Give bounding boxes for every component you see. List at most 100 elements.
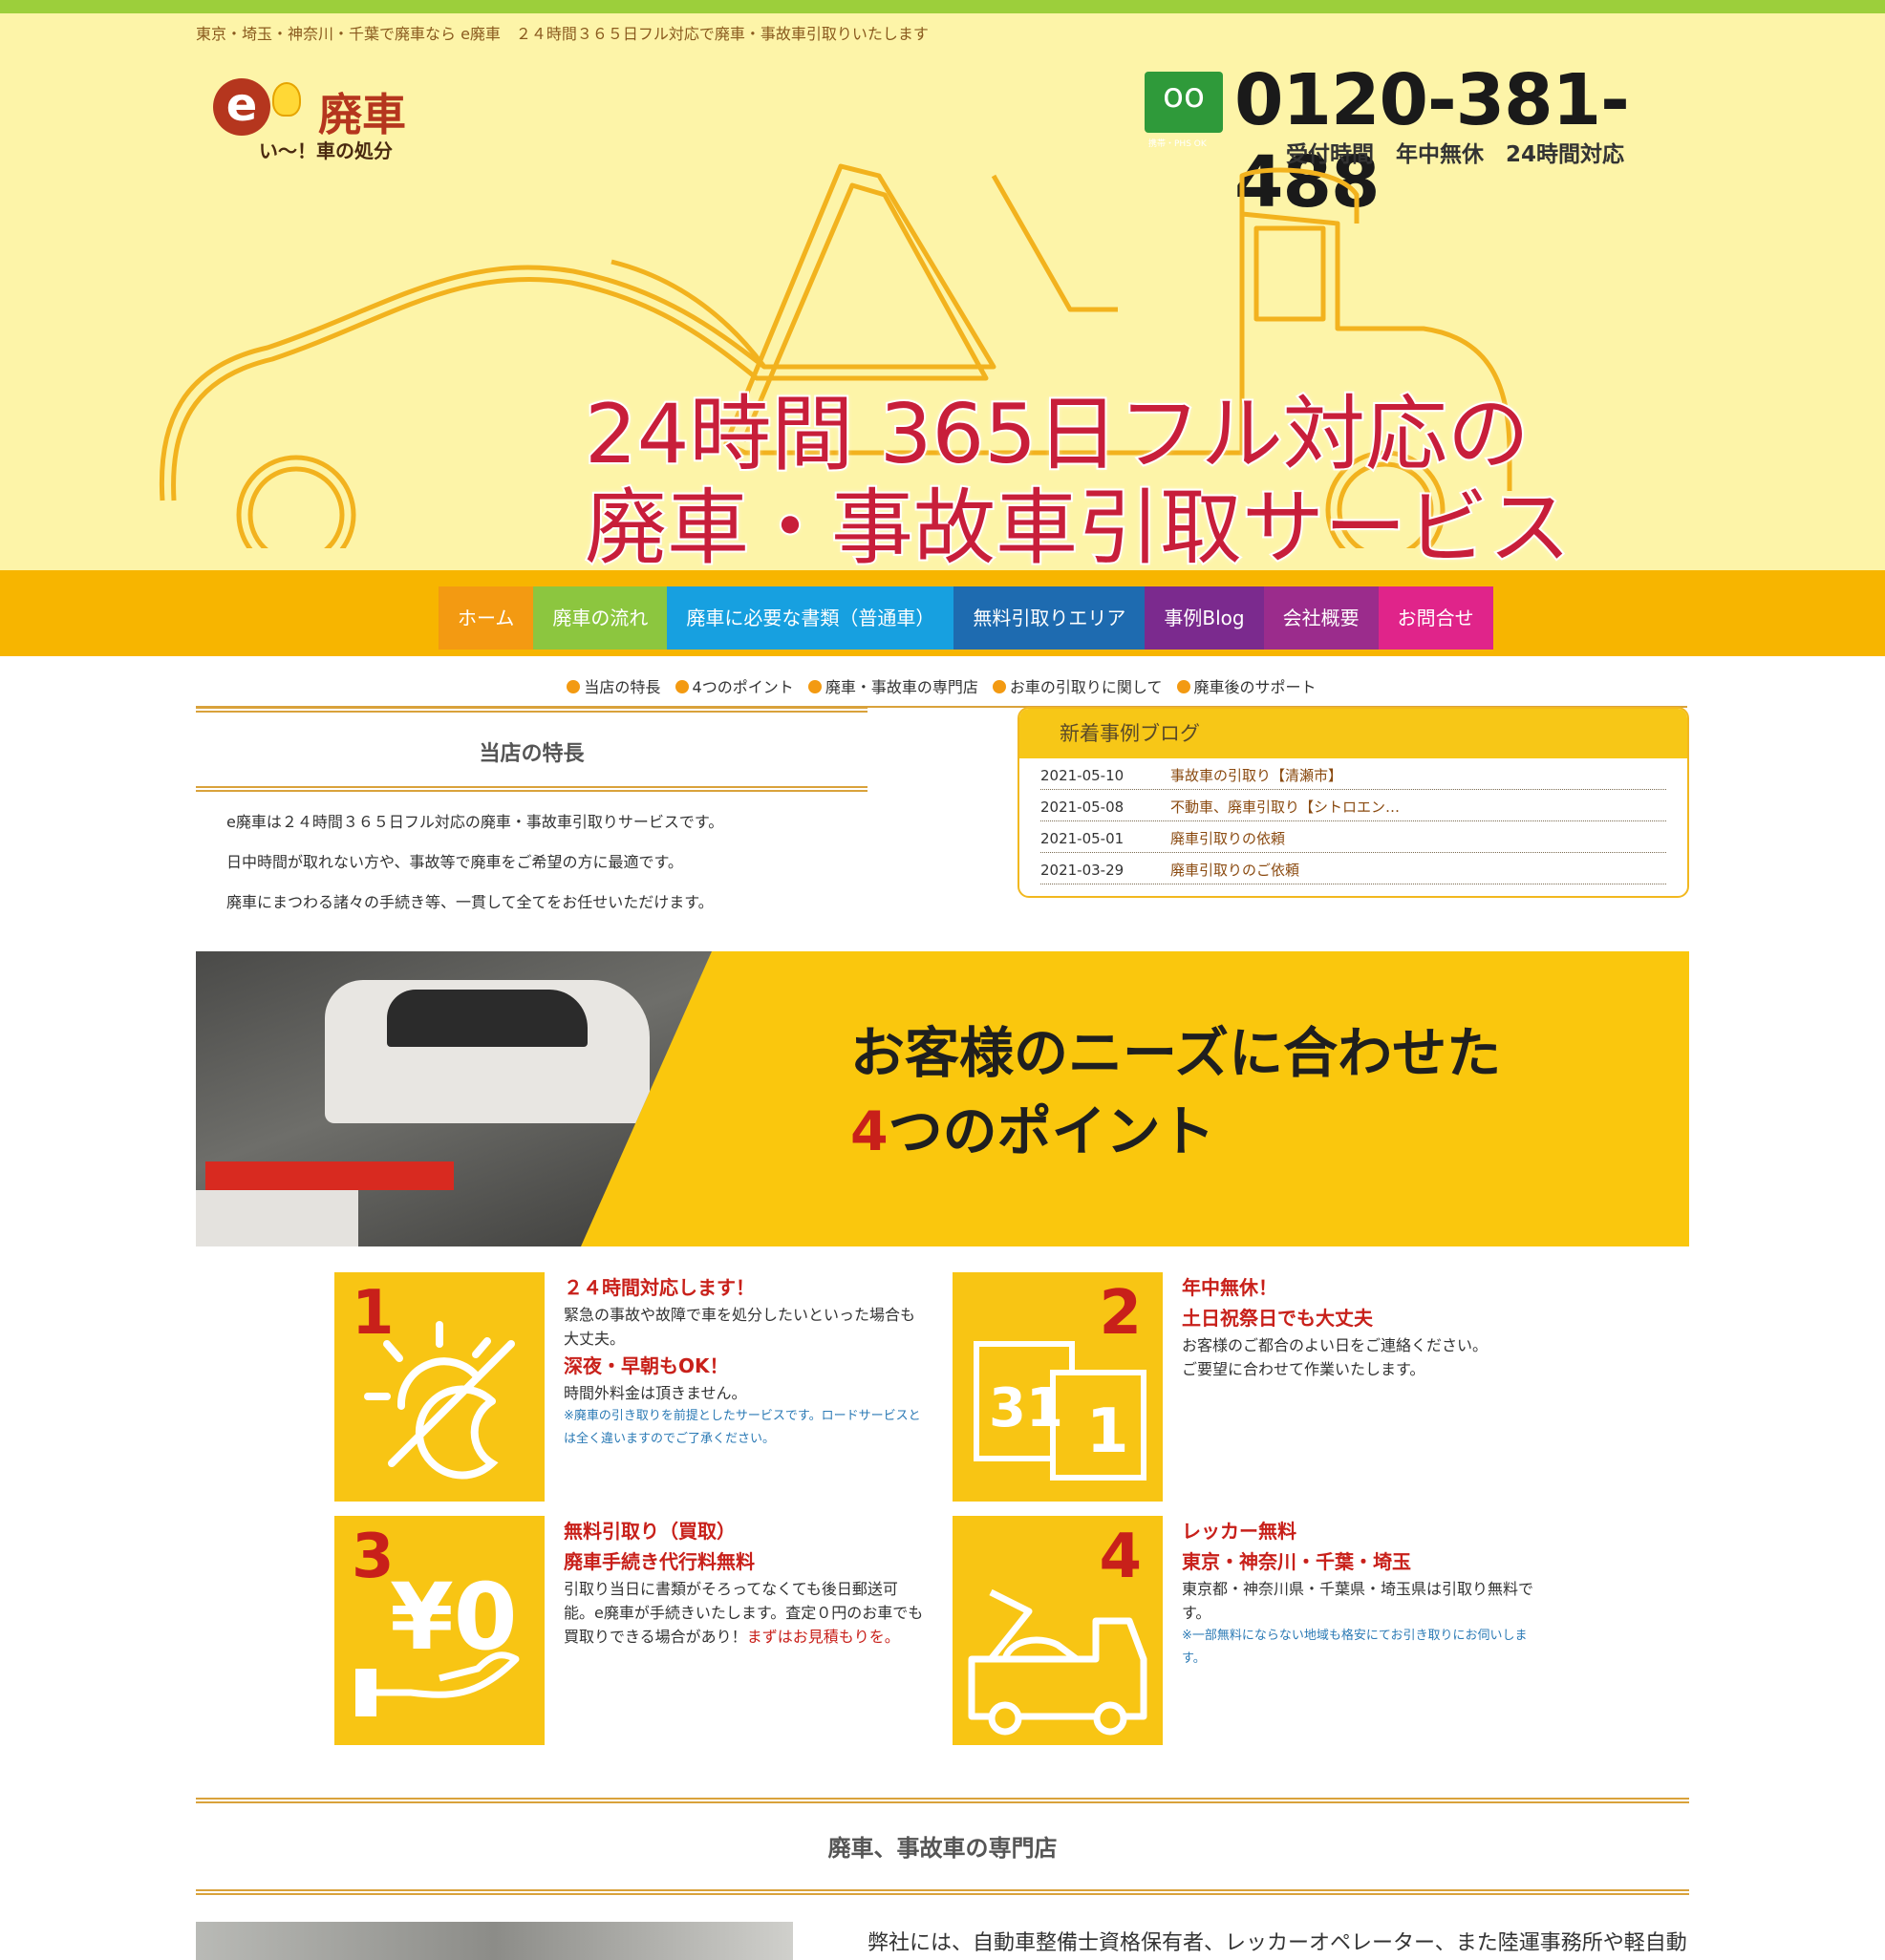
banner-line-2: 4つのポイント bbox=[850, 1100, 1215, 1163]
page-anchor-nav: 当店の特長 4つのポイント 廃車・事故車の専門店 お車の引取りに関して 廃車後の… bbox=[196, 674, 1687, 708]
blog-widget-title: 新着事例ブログ bbox=[1019, 709, 1687, 758]
point-4-text: レッカー無料 東京・神奈川・千葉・埼玉 東京都・神奈川県・千葉県・埼玉県は引取り… bbox=[1182, 1516, 1545, 1671]
site-tagline: 東京・埼玉・神奈川・千葉で廃車なら e廃車 ２４時間３６５日フル対応で廃車・事故… bbox=[196, 25, 929, 43]
divider bbox=[196, 1889, 1689, 1895]
hero-line-1: 24時間 365日フル対応の bbox=[583, 386, 1532, 483]
nav-home[interactable]: ホーム bbox=[439, 586, 534, 650]
blog-post[interactable]: 2021-03-29 廃車引取りのご依頼 bbox=[1040, 853, 1666, 884]
features-line-1: e廃車は２４時間３６５日フル対応の廃車・事故車引取りサービスです。 bbox=[226, 813, 724, 831]
specialist-section: 廃車、事故車の専門店 bbox=[196, 1798, 1689, 1895]
point-4-desc: 東京都・神奈川県・千葉県・埼玉県は引取り無料です。 bbox=[1182, 1580, 1534, 1622]
point-4-icon: 4 bbox=[953, 1516, 1163, 1745]
blog-post-date: 2021-05-01 bbox=[1040, 830, 1125, 847]
calendar-day-1: 1 bbox=[1086, 1396, 1129, 1467]
point-4-note: ※一部無料にならない地域も格安にてお引き取りにお伺いします。 bbox=[1182, 1629, 1528, 1666]
blog-post-date: 2021-03-29 bbox=[1040, 862, 1125, 879]
main-navigation: ホーム 廃車の流れ 廃車に必要な書類（普通車） 無料引取りエリア 事例Blog … bbox=[0, 570, 1885, 656]
nav-contact[interactable]: お問合せ bbox=[1378, 586, 1493, 650]
dot-icon bbox=[675, 680, 689, 693]
point-1-desc: 緊急の事故や故障で車を処分したいといった場合も大丈夫。 bbox=[564, 1306, 916, 1348]
divider bbox=[196, 707, 868, 713]
features-line-2: 日中時間が取れない方や、事故等で廃車をご希望の方に最適です。 bbox=[226, 853, 683, 871]
tow-truck-icon bbox=[968, 1588, 1147, 1736]
divider bbox=[196, 786, 868, 792]
logo-title: 廃車 bbox=[318, 89, 406, 140]
tow-photo bbox=[196, 951, 712, 1246]
banner-heading: お客様のニーズに合わせた 4つのポイント bbox=[850, 1014, 1501, 1171]
blog-post-title[interactable]: 不動車、廃車引取り【シトロエン… bbox=[1170, 790, 1400, 820]
hero-headline: 24時間 365日フル対応の 廃車・事故車引取サービス bbox=[583, 386, 1573, 570]
nav-flow[interactable]: 廃車の流れ bbox=[533, 586, 668, 650]
point-2: 2 31 1 年中無休！ 土日祝祭日でも大丈夫 お客様のご都合のよい日をご連絡く… bbox=[953, 1272, 1545, 1502]
divider bbox=[196, 1798, 1689, 1803]
point-4-subheading: 東京・神奈川・千葉・埼玉 bbox=[1182, 1550, 1411, 1573]
lightbulb-icon bbox=[272, 82, 301, 117]
point-1-subheading: 深夜・早朝もOK！ bbox=[564, 1354, 729, 1377]
nav-blog[interactable]: 事例Blog bbox=[1145, 586, 1264, 650]
specialist-photo bbox=[196, 1922, 793, 1960]
features-line-3: 廃車にまつわる諸々の手続き等、一貫して全てをお任せいただけます。 bbox=[226, 893, 714, 911]
point-1-desc-2: 時間外料金は頂きません。 bbox=[564, 1384, 747, 1402]
dot-icon bbox=[992, 680, 1006, 693]
car-window bbox=[387, 990, 588, 1047]
point-3: 3 ¥0 無料引取り（買取） 廃車手続き代行料無料 引取り当日に書類がそろってな… bbox=[334, 1516, 927, 1745]
dot-icon bbox=[807, 680, 822, 693]
point-1: 1 ２４時間対応します！ 緊急の事故や故障で車を処分したいといった場合も大丈夫。… bbox=[334, 1272, 927, 1502]
hand-icon bbox=[355, 1651, 520, 1716]
blog-post-title[interactable]: 廃車引取りのご依頼 bbox=[1170, 853, 1299, 884]
features-title: 当店の特長 bbox=[479, 742, 585, 766]
anchor-4points[interactable]: 4つのポイント bbox=[675, 678, 794, 696]
anchor-features[interactable]: 当店の特長 bbox=[567, 678, 660, 696]
point-1-icon: 1 bbox=[334, 1272, 545, 1502]
anchor-support[interactable]: 廃車後のサポート bbox=[1176, 678, 1317, 696]
estimate-link[interactable]: まずはお見積もりを。 bbox=[747, 1628, 900, 1646]
nav-company[interactable]: 会社概要 bbox=[1263, 586, 1379, 650]
freedial-icon: oo 携帯・PHS OK bbox=[1145, 72, 1223, 149]
specialist-title: 廃車、事故車の専門店 bbox=[827, 1835, 1058, 1862]
blog-post-title[interactable]: 廃車引取りの依頼 bbox=[1170, 821, 1285, 852]
calendar-day-31: 31 bbox=[989, 1377, 1063, 1439]
top-accent-bar bbox=[0, 0, 1885, 13]
logo-letter: e bbox=[213, 78, 270, 136]
point-2-text: 年中無休！ 土日祝祭日でも大丈夫 お客様のご都合のよい日をご連絡ください。 ご要… bbox=[1182, 1272, 1545, 1381]
blog-post-date: 2021-05-08 bbox=[1040, 799, 1125, 816]
specialist-text: 弊社には、自動車整備士資格保有者、レッカーオペレーター、また陸運事務所や軽自動 bbox=[868, 1931, 1687, 1955]
point-3-icon: 3 ¥0 bbox=[334, 1516, 545, 1745]
nav-list: ホーム 廃車の流れ 廃車に必要な書類（普通車） 無料引取りエリア 事例Blog … bbox=[439, 570, 1885, 650]
point-2-subheading: 土日祝祭日でも大丈夫 bbox=[1182, 1307, 1373, 1330]
point-2-icon: 2 31 1 bbox=[953, 1272, 1163, 1502]
point-2-desc-2: ご要望に合わせて作業いたします。 bbox=[1182, 1360, 1425, 1378]
blog-post-date: 2021-05-10 bbox=[1040, 767, 1125, 784]
points-banner: お客様のニーズに合わせた 4つのポイント bbox=[196, 951, 1689, 1246]
blog-widget: 新着事例ブログ 2021-05-10 事故車の引取り【清瀬市】 2021-05-0… bbox=[1017, 707, 1689, 898]
point-2-heading: 年中無休！ bbox=[1182, 1276, 1277, 1299]
dot-icon bbox=[1176, 680, 1190, 693]
blog-post[interactable]: 2021-05-01 廃車引取りの依頼 bbox=[1040, 821, 1666, 853]
point-3-heading: 無料引取り（買取） bbox=[564, 1520, 736, 1543]
nav-free-area[interactable]: 無料引取りエリア bbox=[953, 586, 1146, 650]
point-4-heading: レッカー無料 bbox=[1182, 1520, 1296, 1543]
hero-line-2: 廃車・事故車引取サービス bbox=[583, 479, 1573, 570]
point-1-note: ※廃車の引き取りを前提としたサービスです。ロードサービスとは全く違いますのでご了… bbox=[564, 1409, 921, 1446]
anchor-pickup[interactable]: お車の引取りに関して bbox=[992, 678, 1162, 696]
point-3-desc: 引取り当日に書類がそろってなくても後日郵送可能。e廃車が手続きいたします。査定０… bbox=[564, 1580, 924, 1646]
point-1-heading: ２４時間対応します！ bbox=[564, 1276, 755, 1299]
blog-post[interactable]: 2021-05-10 事故車の引取り【清瀬市】 bbox=[1040, 758, 1666, 790]
features-section: 当店の特長 e廃車は２４時間３６５日フル対応の廃車・事故車引取りサービスです。 … bbox=[196, 707, 868, 912]
anchor-specialist[interactable]: 廃車・事故車の専門店 bbox=[807, 678, 978, 696]
point-3-text: 無料引取り（買取） 廃車手続き代行料無料 引取り当日に書類がそろってなくても後日… bbox=[564, 1516, 927, 1649]
nav-documents[interactable]: 廃車に必要な書類（普通車） bbox=[667, 586, 954, 650]
banner-line-1: お客様のニーズに合わせた bbox=[850, 1022, 1502, 1085]
point-2-desc: お客様のご都合のよい日をご連絡ください。 bbox=[1182, 1336, 1489, 1354]
tow-bar bbox=[205, 1161, 454, 1190]
blog-post-title[interactable]: 事故車の引取り【清瀬市】 bbox=[1170, 758, 1342, 789]
point-4: 4 レッカー無料 東京・神奈川・千葉・埼玉 東京都・神奈川県・千葉県・埼玉県は引… bbox=[953, 1516, 1545, 1745]
dot-icon bbox=[567, 680, 581, 693]
banner-number: 4 bbox=[850, 1100, 889, 1163]
tow-base bbox=[196, 1190, 358, 1246]
hero-header: 東京・埼玉・神奈川・千葉で廃車なら e廃車 ２４時間３６５日フル対応で廃車・事故… bbox=[0, 13, 1885, 570]
point-1-text: ２４時間対応します！ 緊急の事故や故障で車を処分したいといった場合も大丈夫。 深… bbox=[564, 1272, 927, 1451]
point-3-subheading: 廃車手続き代行料無料 bbox=[564, 1550, 755, 1573]
point-1-number: 1 bbox=[352, 1278, 395, 1349]
blog-post[interactable]: 2021-05-08 不動車、廃車引取り【シトロエン… bbox=[1040, 790, 1666, 821]
